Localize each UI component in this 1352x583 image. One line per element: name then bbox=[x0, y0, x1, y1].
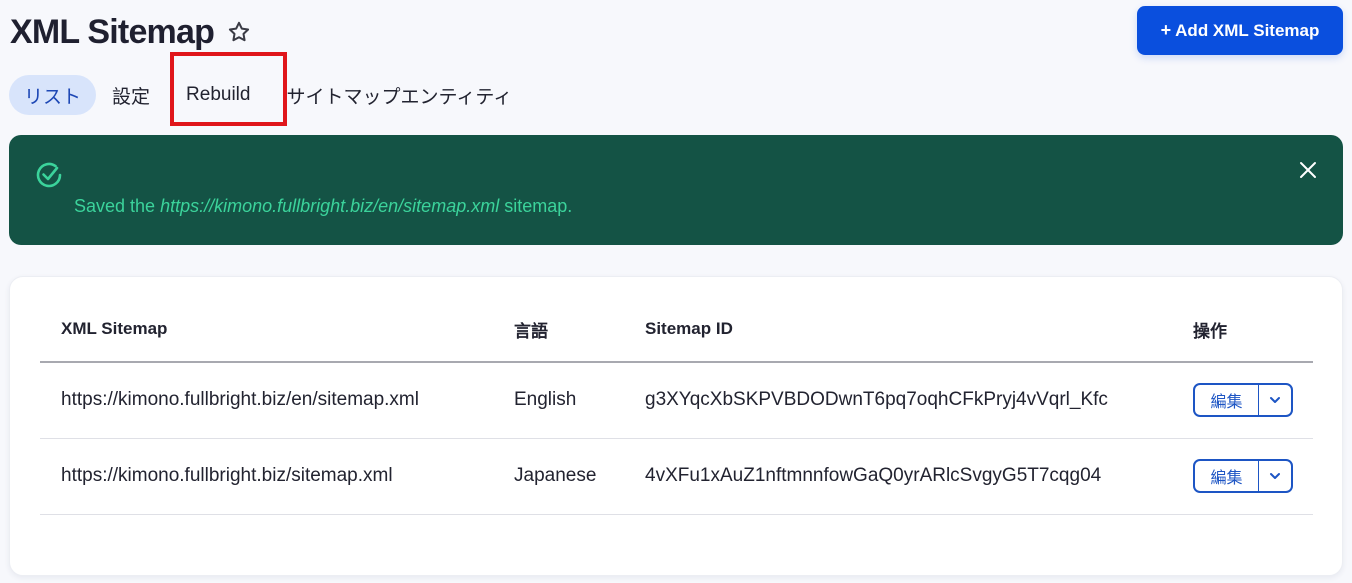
edit-split-button: 編集 bbox=[1193, 383, 1293, 418]
add-xml-sitemap-label: Add XML Sitemap bbox=[1175, 20, 1320, 40]
status-sitemap-url: https://kimono.fullbright.biz/en/sitemap… bbox=[160, 196, 500, 216]
add-xml-sitemap-button[interactable]: + Add XML Sitemap bbox=[1137, 6, 1343, 55]
table-row: https://kimono.fullbright.biz/sitemap.xm… bbox=[40, 438, 1313, 515]
page: XML Sitemap + Add XML Sitemap リスト 設定 Reb… bbox=[0, 0, 1352, 583]
tab-list[interactable]: リスト bbox=[9, 75, 97, 115]
status-message: ステータスメッセージ Saved the https://kimono.full… bbox=[9, 135, 1343, 316]
status-text-before: Saved the bbox=[74, 196, 161, 216]
sitemap-language: English bbox=[493, 362, 624, 439]
table-header-row: XML Sitemap 言語 Sitemap ID 操作 bbox=[40, 297, 1313, 363]
status-text-after: sitemap. bbox=[499, 196, 573, 216]
table-row: https://kimono.fullbright.biz/en/sitemap… bbox=[40, 362, 1313, 439]
sitemap-url: https://kimono.fullbright.biz/sitemap.xm… bbox=[40, 438, 493, 515]
chevron-down-icon bbox=[1270, 397, 1280, 404]
column-header-sitemap-id: Sitemap ID bbox=[624, 297, 1172, 363]
title-row: XML Sitemap bbox=[10, 10, 252, 54]
check-circle-icon bbox=[36, 162, 62, 188]
sitemap-table: XML Sitemap 言語 Sitemap ID 操作 https://kim… bbox=[40, 297, 1313, 515]
operations-cell: 編集 bbox=[1172, 362, 1313, 439]
page-title: XML Sitemap bbox=[10, 13, 215, 51]
sitemap-table-card: XML Sitemap 言語 Sitemap ID 操作 https://kim… bbox=[9, 276, 1343, 576]
tab-bar: リスト 設定 Rebuild サイトマップエンティティ bbox=[9, 75, 528, 115]
column-header-xml-sitemap: XML Sitemap bbox=[40, 297, 493, 363]
operations-dropdown-toggle[interactable] bbox=[1259, 385, 1291, 415]
sitemap-url: https://kimono.fullbright.biz/en/sitemap… bbox=[40, 362, 493, 439]
status-text: Saved the https://kimono.fullbright.biz/… bbox=[74, 196, 572, 217]
column-header-language: 言語 bbox=[493, 297, 624, 363]
chevron-down-icon bbox=[1270, 473, 1280, 479]
operations-dropdown-toggle[interactable] bbox=[1259, 461, 1291, 491]
column-header-operations: 操作 bbox=[1172, 297, 1313, 363]
tab-sitemap-entities[interactable]: サイトマップエンティティ bbox=[270, 75, 528, 115]
tab-rebuild[interactable]: Rebuild bbox=[170, 75, 266, 115]
sitemap-id: g3XYqcXbSKPVBDODwnT6pq7oqhCFkPryj4vVqrl_… bbox=[624, 362, 1172, 439]
edit-split-button: 編集 bbox=[1193, 459, 1293, 493]
tab-settings[interactable]: 設定 bbox=[96, 75, 166, 115]
star-icon[interactable] bbox=[226, 19, 252, 45]
sitemap-language: Japanese bbox=[493, 438, 624, 515]
sitemap-id: 4vXFu1xAuZ1nftmnnfowGaQ0yrARlcSvgyG5T7cq… bbox=[624, 438, 1172, 515]
plus-icon: + bbox=[1160, 20, 1172, 40]
edit-button[interactable]: 編集 bbox=[1195, 385, 1259, 416]
close-icon[interactable] bbox=[1297, 159, 1319, 181]
operations-cell: 編集 bbox=[1172, 438, 1313, 515]
edit-button[interactable]: 編集 bbox=[1195, 461, 1259, 491]
